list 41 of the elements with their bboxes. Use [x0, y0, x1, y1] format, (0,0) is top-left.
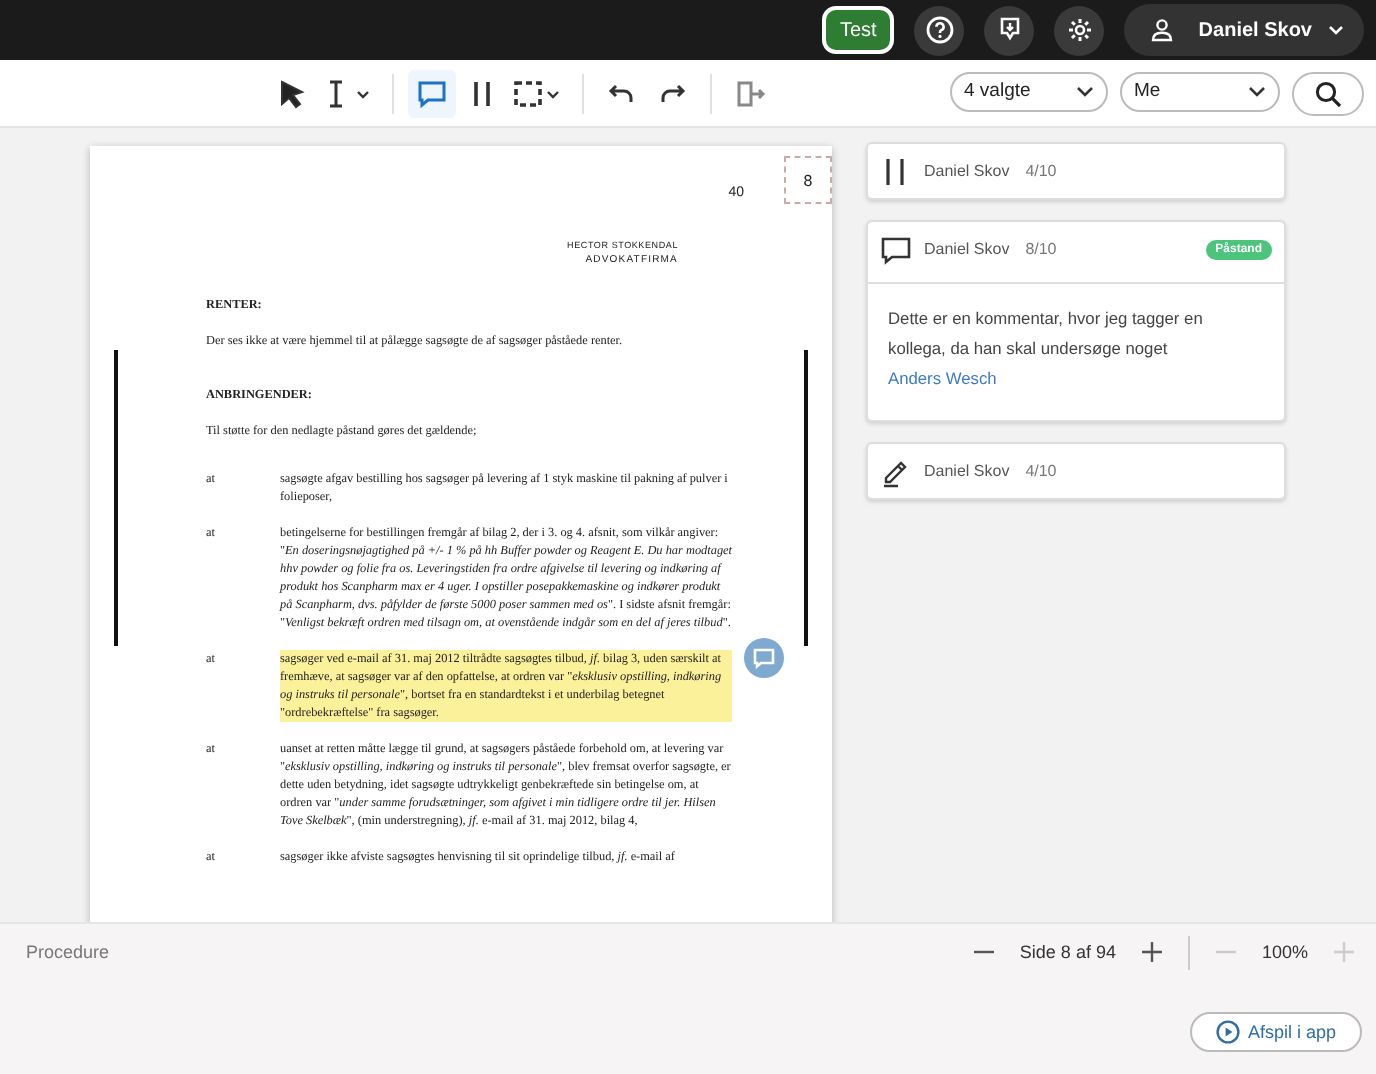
play-icon: [1215, 1020, 1240, 1044]
pointer-icon: [276, 77, 308, 109]
play-in-app-button[interactable]: Afspil i app: [1189, 1012, 1362, 1052]
comment-author: Daniel Skov: [924, 240, 1010, 258]
comment-icon: [416, 77, 448, 109]
plus-icon: [1334, 942, 1354, 962]
zoom-level: 100%: [1261, 942, 1308, 962]
comment-date: 4/10: [1025, 462, 1057, 480]
download-button[interactable]: [984, 5, 1035, 55]
user-menu-button[interactable]: Daniel Skov: [1124, 4, 1364, 56]
comment-icon: [880, 233, 912, 265]
user-icon: [1150, 18, 1175, 42]
test-button[interactable]: Test: [821, 6, 895, 54]
plus-icon: [1141, 942, 1162, 962]
comment-date: 4/10: [1025, 162, 1057, 180]
comment-card[interactable]: Daniel Skov 4/10: [866, 442, 1286, 500]
comment-tool-button[interactable]: [408, 69, 456, 117]
comment-author: Daniel Skov: [924, 162, 1010, 180]
filter-dropdown[interactable]: 4 valgte: [950, 71, 1108, 111]
comment-card[interactable]: Daniel Skov 4/10: [866, 142, 1286, 200]
download-icon: [995, 16, 1024, 44]
search-icon: [1314, 79, 1342, 107]
chevron-down-icon: [1248, 85, 1266, 97]
dashed-square-icon: [512, 77, 564, 109]
comment-marker-icon[interactable]: [744, 638, 784, 678]
page-marker: 8: [784, 156, 832, 204]
settings-icon: [1065, 16, 1094, 44]
author-dropdown[interactable]: Me: [1120, 71, 1280, 111]
export-icon: [734, 77, 766, 109]
comment-text: Dette er en kommentar, hvor jeg tagger en kollega, da han skal undersøge noget Anders Wesch: [888, 308, 1203, 388]
page-indicator: Side 8 af 94: [1019, 942, 1116, 962]
comment-author: Daniel Skov: [924, 462, 1010, 480]
help-button[interactable]: [914, 5, 965, 55]
chevron-down-icon: [1328, 24, 1344, 36]
procedure-label: Procedure: [26, 942, 110, 962]
search-button[interactable]: [1292, 71, 1364, 115]
chevron-down-icon: [1076, 85, 1094, 97]
settings-button[interactable]: [1054, 5, 1105, 55]
mention-link[interactable]: Anders Wesch: [888, 368, 997, 388]
help-icon: [925, 16, 954, 44]
comment-date: 8/10: [1025, 240, 1057, 258]
